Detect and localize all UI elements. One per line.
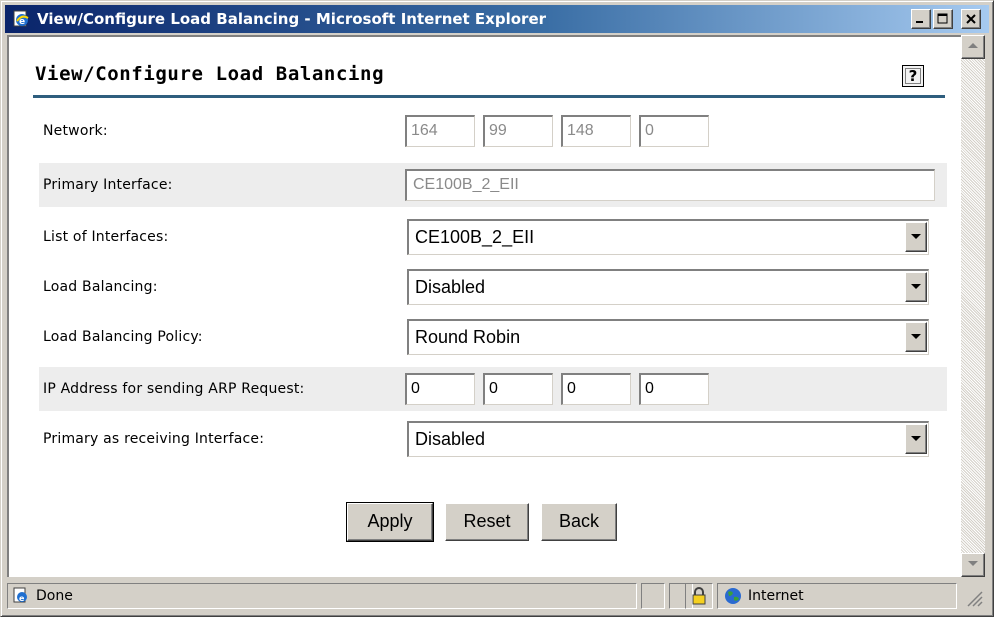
globe-icon (724, 587, 742, 609)
window-title: View/Configure Load Balancing - Microsof… (37, 10, 547, 28)
title-divider (33, 95, 945, 98)
security-panel (685, 583, 713, 609)
arp-ip-octet-3[interactable]: 0 (561, 373, 631, 405)
primary-interface-label: Primary Interface: (43, 177, 173, 193)
page-content: View/Configure Load Balancing ? Network:… (7, 35, 961, 577)
list-of-interfaces-select[interactable]: CE100B_2_EII (407, 219, 929, 255)
svg-text:e: e (19, 17, 25, 27)
reset-button[interactable]: Reset (445, 503, 529, 541)
status-panel: e Done (7, 583, 637, 609)
network-label: Network: (43, 123, 108, 139)
network-row: Network: 164 99 148 0 (39, 109, 947, 153)
zone-panel: Internet (717, 583, 957, 609)
arp-ip-row: IP Address for sending ARP Request: 0 0 … (39, 367, 947, 411)
primary-receiving-select[interactable]: Disabled (407, 421, 929, 457)
primary-interface-row: Primary Interface: CE100B_2_EII (39, 163, 947, 207)
lock-icon (690, 586, 708, 610)
maximize-button[interactable] (933, 9, 953, 29)
primary-receiving-value: Disabled (415, 429, 486, 449)
page-done-icon: e (12, 587, 30, 609)
network-octet-1: 164 (405, 115, 475, 147)
chevron-down-icon[interactable] (905, 222, 927, 252)
primary-receiving-row: Primary as receiving Interface: Disabled (39, 417, 947, 461)
vertical-scrollbar[interactable] (961, 35, 985, 577)
network-octet-2: 99 (483, 115, 553, 147)
load-balancing-label: Load Balancing: (43, 279, 158, 295)
close-button[interactable] (961, 9, 981, 29)
network-octet-3: 148 (561, 115, 631, 147)
page-title: View/Configure Load Balancing (35, 63, 385, 85)
arp-ip-octet-1[interactable]: 0 (405, 373, 475, 405)
load-balancing-row: Load Balancing: Disabled (39, 265, 947, 309)
load-balancing-value: Disabled (415, 277, 486, 297)
list-of-interfaces-value: CE100B_2_EII (415, 227, 535, 247)
chevron-down-icon[interactable] (905, 272, 927, 302)
load-balancing-policy-label: Load Balancing Policy: (43, 329, 203, 345)
status-text: Done (36, 588, 73, 604)
minimize-button[interactable] (911, 9, 931, 29)
ie-page-icon: e (11, 9, 31, 29)
back-button[interactable]: Back (541, 503, 617, 541)
zone-text: Internet (748, 588, 804, 604)
list-of-interfaces-label: List of Interfaces: (43, 229, 169, 245)
apply-button[interactable]: Apply (346, 502, 434, 542)
title-bar[interactable]: e View/Configure Load Balancing - Micros… (5, 5, 989, 33)
load-balancing-policy-row: Load Balancing Policy: Round Robin (39, 315, 947, 359)
status-panel-progress (641, 583, 665, 609)
status-bar: e Done Internet (5, 581, 989, 611)
resize-grip-icon[interactable] (965, 589, 983, 611)
load-balancing-policy-value: Round Robin (415, 327, 521, 347)
load-balancing-policy-select[interactable]: Round Robin (407, 319, 929, 355)
load-balancing-select[interactable]: Disabled (407, 269, 929, 305)
arp-ip-octet-2[interactable]: 0 (483, 373, 553, 405)
list-of-interfaces-row: List of Interfaces: CE100B_2_EII (39, 215, 947, 259)
primary-interface-field: CE100B_2_EII (405, 169, 935, 201)
chevron-down-icon[interactable] (905, 424, 927, 454)
scroll-up-icon[interactable] (961, 35, 985, 59)
browser-window: e View/Configure Load Balancing - Micros… (0, 0, 994, 617)
help-icon[interactable]: ? (902, 65, 924, 87)
primary-receiving-label: Primary as receiving Interface: (43, 431, 265, 447)
arp-ip-label: IP Address for sending ARP Request: (43, 381, 305, 397)
chevron-down-icon[interactable] (905, 322, 927, 352)
network-octet-4: 0 (639, 115, 709, 147)
scroll-down-icon[interactable] (961, 553, 985, 577)
arp-ip-octet-4[interactable]: 0 (639, 373, 709, 405)
svg-text:e: e (19, 594, 25, 603)
